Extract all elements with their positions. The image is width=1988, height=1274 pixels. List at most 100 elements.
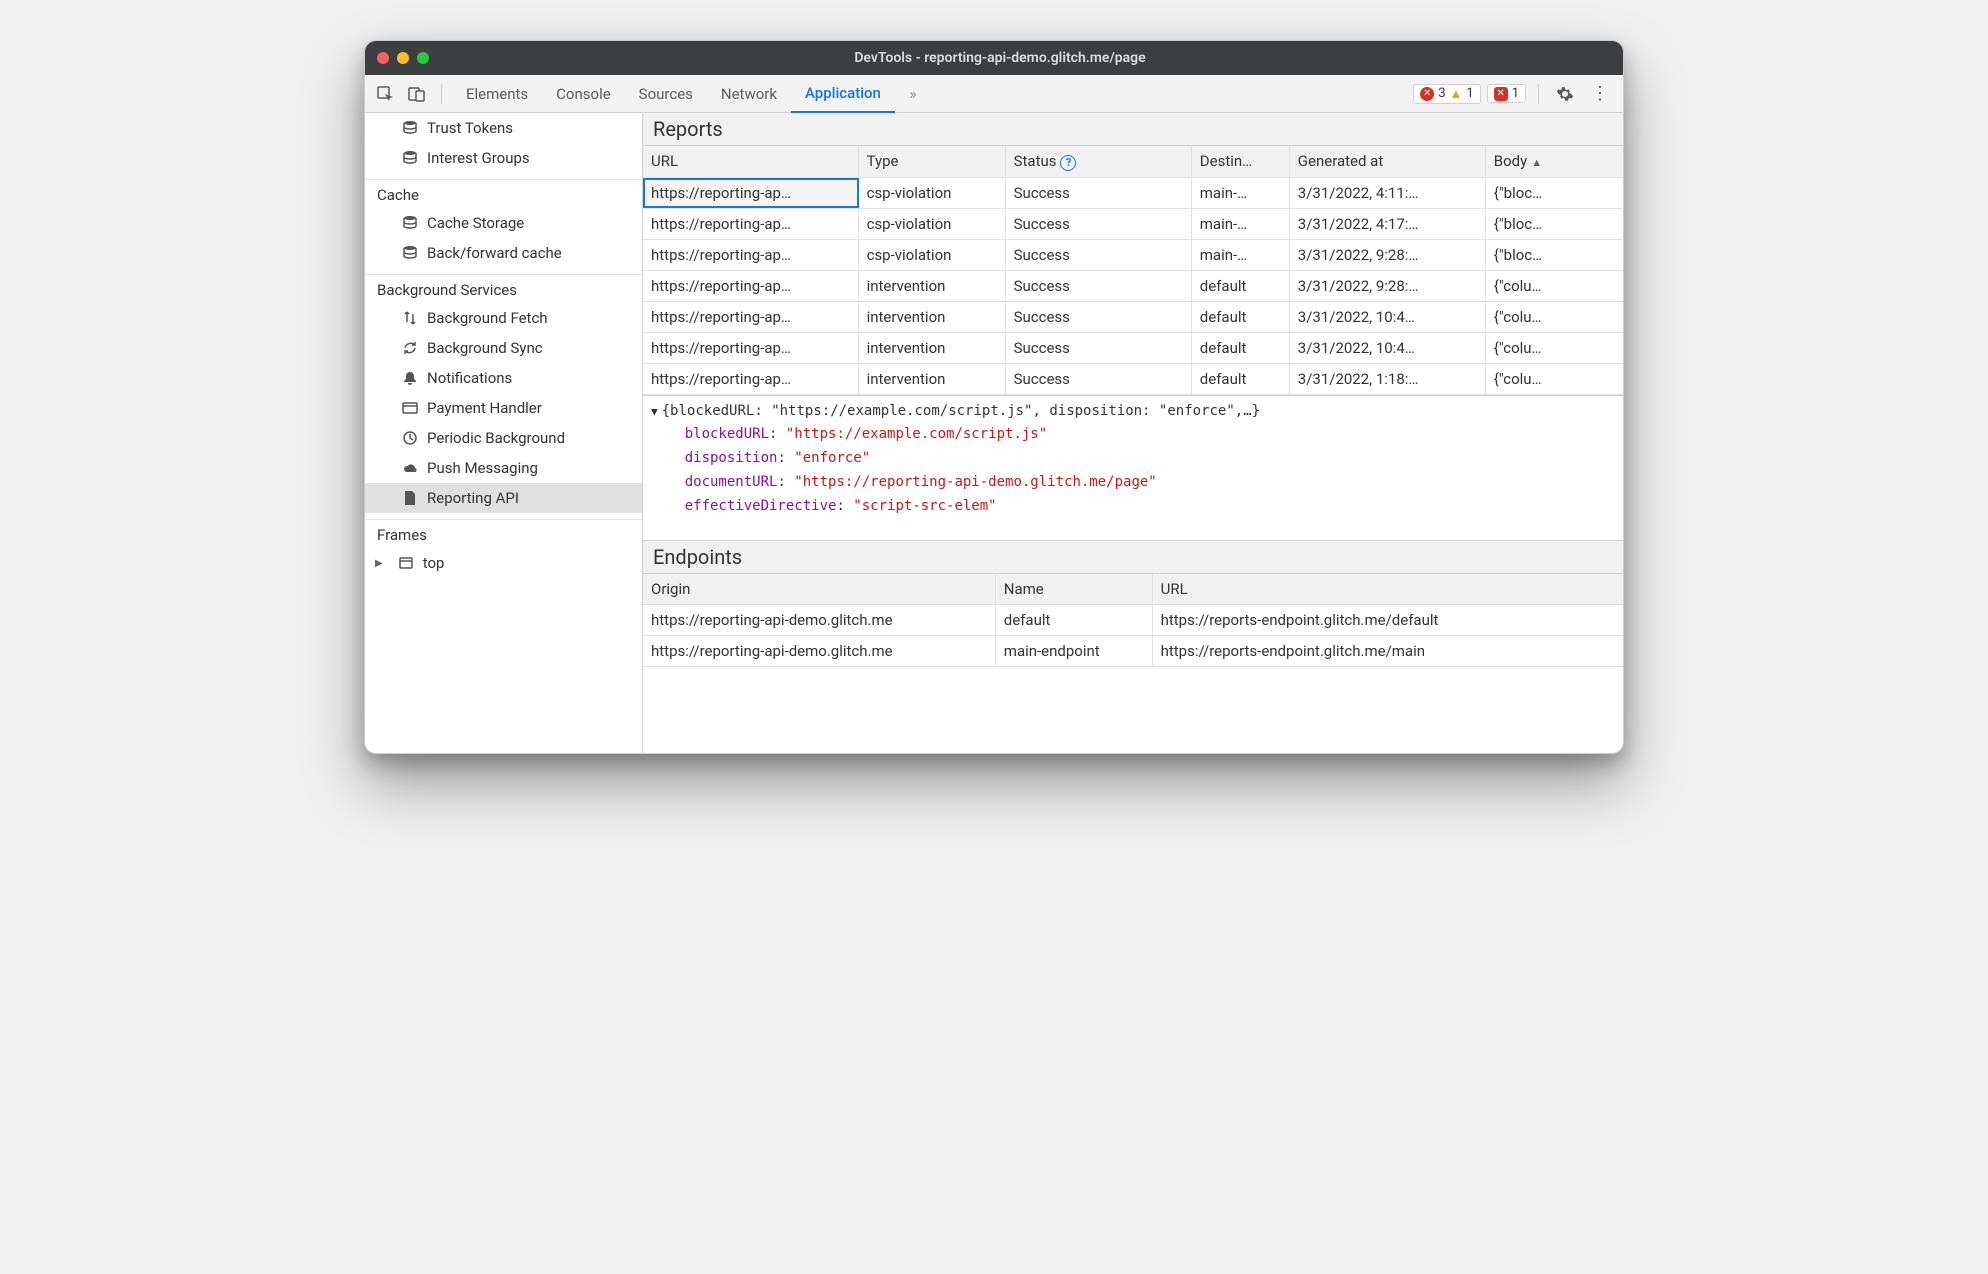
sidebar-item-interest-groups[interactable]: Interest Groups bbox=[365, 143, 642, 173]
sidebar-item-top[interactable]: ▶ top bbox=[365, 548, 642, 578]
report-cell-url: https://reporting-ap… bbox=[643, 302, 859, 332]
report-row[interactable]: https://reporting-ap…csp-violationSucces… bbox=[643, 209, 1623, 240]
report-cell-body: {"bloc… bbox=[1486, 178, 1623, 208]
report-cell-dest: default bbox=[1192, 364, 1290, 394]
more-tabs-icon[interactable]: » bbox=[899, 80, 927, 108]
sidebar-item-payment-handler[interactable]: Payment Handler bbox=[365, 393, 642, 423]
more-menu-icon[interactable]: ⋮ bbox=[1585, 80, 1613, 108]
help-icon[interactable]: ? bbox=[1060, 155, 1076, 171]
report-cell-time: 3/31/2022, 9:28:… bbox=[1290, 271, 1486, 301]
reports-column-url[interactable]: URL bbox=[643, 146, 859, 177]
report-cell-time: 3/31/2022, 4:11:… bbox=[1290, 178, 1486, 208]
report-cell-url: https://reporting-ap… bbox=[643, 271, 859, 301]
inspect-element-icon[interactable] bbox=[371, 80, 399, 108]
endpoints-column-origin[interactable]: Origin bbox=[643, 574, 996, 604]
sidebar-item-back-forward-cache[interactable]: Back/forward cache bbox=[365, 238, 642, 268]
sort-arrow-icon: ▲ bbox=[1531, 156, 1542, 169]
report-row[interactable]: https://reporting-ap…csp-violationSucces… bbox=[643, 240, 1623, 271]
report-cell-body: {"colu… bbox=[1486, 364, 1623, 394]
expand-toggle-icon[interactable]: ▶ bbox=[645, 409, 664, 416]
report-row[interactable]: https://reporting-ap…interventionSuccess… bbox=[643, 364, 1623, 395]
file-icon bbox=[401, 490, 419, 506]
report-cell-dest: default bbox=[1192, 333, 1290, 363]
report-row[interactable]: https://reporting-ap…interventionSuccess… bbox=[643, 271, 1623, 302]
db-icon bbox=[401, 150, 419, 166]
endpoint-row[interactable]: https://reporting-api-demo.glitch.medefa… bbox=[643, 605, 1623, 636]
report-cell-time: 3/31/2022, 10:4… bbox=[1290, 333, 1486, 363]
clock-icon bbox=[401, 430, 419, 446]
endpoint-row[interactable]: https://reporting-api-demo.glitch.memain… bbox=[643, 636, 1623, 667]
report-cell-body: {"bloc… bbox=[1486, 240, 1623, 270]
error-count: 3 bbox=[1438, 86, 1445, 101]
report-cell-time: 3/31/2022, 9:28:… bbox=[1290, 240, 1486, 270]
sidebar-item-background-sync[interactable]: Background Sync bbox=[365, 333, 642, 363]
tab-console[interactable]: Console bbox=[542, 75, 625, 113]
tab-network[interactable]: Network bbox=[707, 75, 791, 113]
report-cell-url: https://reporting-ap… bbox=[643, 209, 859, 239]
sidebar-item-push-messaging[interactable]: Push Messaging bbox=[365, 453, 642, 483]
report-cell-type: csp-violation bbox=[859, 209, 1006, 239]
close-window-button[interactable] bbox=[377, 52, 389, 64]
reports-column-type[interactable]: Type bbox=[859, 146, 1006, 177]
tab-sources[interactable]: Sources bbox=[625, 75, 707, 113]
report-cell-status: Success bbox=[1006, 302, 1192, 332]
reports-column-body[interactable]: Body▲ bbox=[1486, 146, 1623, 177]
report-cell-body: {"colu… bbox=[1486, 302, 1623, 332]
device-toolbar-icon[interactable] bbox=[403, 80, 431, 108]
reports-column-status[interactable]: Status? bbox=[1006, 146, 1192, 177]
endpoints-column-name[interactable]: Name bbox=[996, 574, 1153, 604]
window-controls bbox=[377, 52, 429, 64]
report-detail-pane[interactable]: ▶{blockedURL: "https://example.com/scrip… bbox=[643, 395, 1623, 540]
report-cell-dest: main-… bbox=[1192, 178, 1290, 208]
sidebar-item-label: top bbox=[423, 554, 445, 572]
report-cell-dest: default bbox=[1192, 302, 1290, 332]
report-cell-status: Success bbox=[1006, 271, 1192, 301]
report-cell-type: csp-violation bbox=[859, 178, 1006, 208]
sidebar-group-frames[interactable]: Frames bbox=[365, 519, 642, 548]
report-cell-url: https://reporting-ap… bbox=[643, 364, 859, 394]
maximize-window-button[interactable] bbox=[417, 52, 429, 64]
report-cell-dest: default bbox=[1192, 271, 1290, 301]
sidebar-item-label: Notifications bbox=[427, 369, 512, 387]
sidebar-item-periodic-background[interactable]: Periodic Background bbox=[365, 423, 642, 453]
sidebar-item-reporting-api[interactable]: Reporting API bbox=[365, 483, 642, 513]
endpoints-column-url[interactable]: URL bbox=[1153, 574, 1623, 604]
tab-application[interactable]: Application bbox=[791, 75, 895, 113]
reports-table: URLTypeStatus?Destin…Generated atBody▲ht… bbox=[643, 146, 1623, 395]
minimize-window-button[interactable] bbox=[397, 52, 409, 64]
report-cell-time: 3/31/2022, 10:4… bbox=[1290, 302, 1486, 332]
reports-column-generatedat[interactable]: Generated at bbox=[1290, 146, 1486, 177]
tab-elements[interactable]: Elements bbox=[452, 75, 542, 113]
issue-count: 1 bbox=[1512, 86, 1519, 101]
report-cell-body: {"colu… bbox=[1486, 271, 1623, 301]
report-cell-time: 3/31/2022, 1:18:… bbox=[1290, 364, 1486, 394]
sidebar-item-background-fetch[interactable]: Background Fetch bbox=[365, 303, 642, 333]
endpoints-table: OriginNameURLhttps://reporting-api-demo.… bbox=[643, 574, 1623, 667]
console-errors-badge[interactable]: ✕3 ▲1 bbox=[1413, 84, 1481, 104]
settings-gear-icon[interactable] bbox=[1551, 80, 1579, 108]
report-row[interactable]: https://reporting-ap…interventionSuccess… bbox=[643, 333, 1623, 364]
report-cell-time: 3/31/2022, 4:17:… bbox=[1290, 209, 1486, 239]
sidebar-item-label: Payment Handler bbox=[427, 399, 542, 417]
reports-column-destin[interactable]: Destin… bbox=[1192, 146, 1290, 177]
sidebar-group-background-services[interactable]: Background Services bbox=[365, 274, 642, 303]
panel-tabs: ElementsConsoleSourcesNetworkApplication bbox=[452, 75, 895, 113]
report-cell-status: Success bbox=[1006, 240, 1192, 270]
report-row[interactable]: https://reporting-ap…interventionSuccess… bbox=[643, 302, 1623, 333]
report-cell-type: intervention bbox=[859, 364, 1006, 394]
endpoint-cell-name: main-endpoint bbox=[996, 636, 1153, 666]
report-cell-url: https://reporting-ap… bbox=[643, 178, 859, 208]
expand-arrow-icon: ▶ bbox=[375, 558, 383, 569]
card-icon bbox=[401, 400, 419, 416]
sidebar-item-label: Cache Storage bbox=[427, 214, 524, 232]
sidebar-item-cache-storage[interactable]: Cache Storage bbox=[365, 208, 642, 238]
report-cell-type: csp-violation bbox=[859, 240, 1006, 270]
sidebar-group-cache[interactable]: Cache bbox=[365, 179, 642, 208]
sidebar-item-label: Background Fetch bbox=[427, 309, 548, 327]
sidebar-item-label: Reporting API bbox=[427, 489, 519, 507]
issues-badge[interactable]: ✕1 bbox=[1487, 84, 1526, 103]
cloud-icon bbox=[401, 460, 419, 476]
report-row[interactable]: https://reporting-ap…csp-violationSucces… bbox=[643, 178, 1623, 209]
sidebar-item-trust-tokens[interactable]: Trust Tokens bbox=[365, 113, 642, 143]
sidebar-item-notifications[interactable]: Notifications bbox=[365, 363, 642, 393]
